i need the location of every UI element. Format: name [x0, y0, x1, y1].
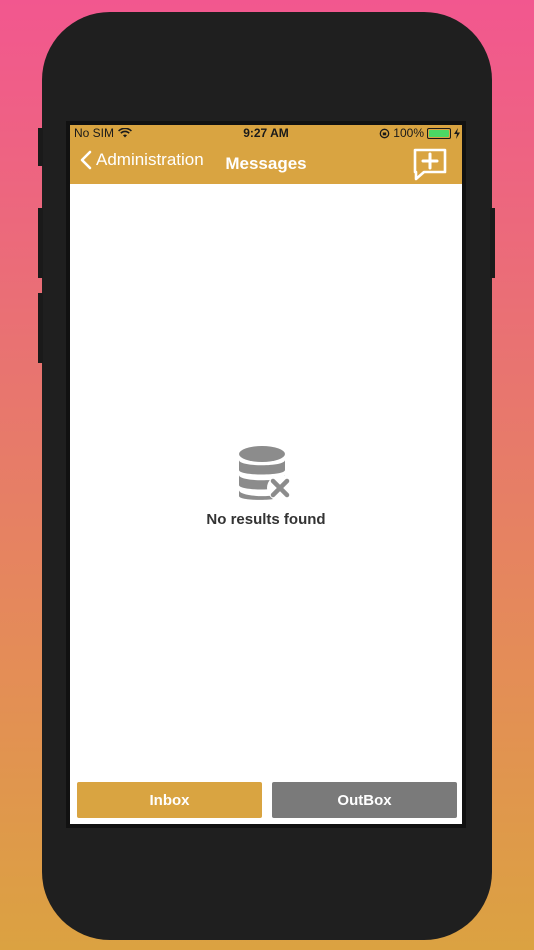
compose-message-icon[interactable]	[412, 147, 448, 181]
page-title: Messages	[225, 154, 307, 173]
phone-power-button	[490, 208, 495, 278]
battery-level	[429, 129, 449, 137]
status-bar: No SIM 9:27 AM 100%	[70, 125, 462, 141]
database-error-icon	[239, 446, 293, 501]
mailbox-tabs: Inbox OutBox	[77, 782, 457, 818]
battery-icon	[427, 127, 451, 139]
navigation-bar: Administration Messages	[70, 141, 462, 184]
charging-bolt-icon	[454, 127, 460, 139]
empty-state: No results found	[70, 445, 462, 528]
orientation-lock-icon	[379, 128, 390, 138]
phone-volume-up	[38, 208, 43, 278]
tab-outbox[interactable]: OutBox	[272, 782, 457, 818]
empty-state-message: No results found	[206, 511, 326, 528]
tab-inbox[interactable]: Inbox	[77, 782, 262, 818]
battery-percent: 100%	[393, 126, 424, 140]
phone-screen: No SIM 9:27 AM 100% Administration Messa…	[66, 121, 466, 828]
phone-volume-down	[38, 293, 43, 363]
app-screen: No SIM 9:27 AM 100% Administration Messa…	[70, 125, 462, 824]
phone-silent-switch	[38, 128, 43, 166]
